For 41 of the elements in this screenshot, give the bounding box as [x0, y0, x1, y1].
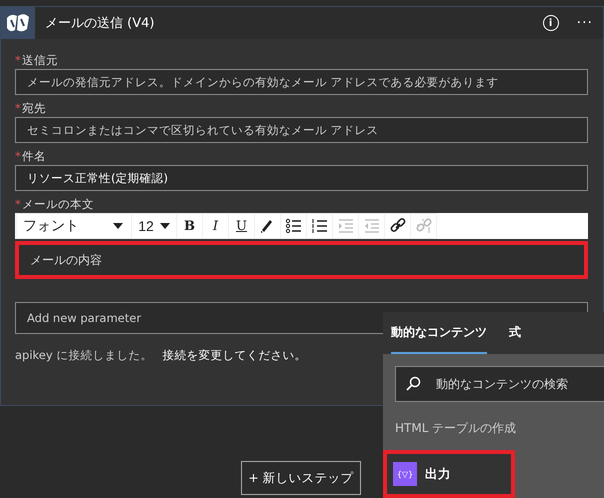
field-label: 送信元	[22, 53, 58, 67]
unlink-icon	[414, 217, 432, 235]
caret-icon	[113, 223, 123, 229]
info-icon[interactable]: i	[542, 15, 559, 31]
search-field[interactable]: 動的なコンテンツの検索	[395, 366, 604, 402]
connection-status: apikey に接続しました。	[15, 348, 152, 363]
indent-icon	[336, 217, 354, 235]
dynamic-content-item[interactable]: {▽} 出力	[383, 450, 515, 498]
link-icon	[388, 217, 406, 235]
italic-button[interactable]: I	[203, 214, 228, 238]
field-label: 宛先	[22, 101, 46, 115]
field-label: メールの本文	[22, 197, 94, 211]
search-icon	[405, 376, 421, 392]
font-dropdown[interactable]: フォント	[17, 214, 131, 238]
text-field[interactable]: セミコロンまたはコンマで区切られている有効なメール アドレス	[15, 117, 588, 143]
field-label: 件名	[22, 149, 46, 163]
underline-button[interactable]: U	[229, 214, 254, 238]
bullets-button[interactable]	[281, 214, 306, 238]
card-title: メールの送信 (V4)	[45, 15, 156, 32]
email-body-field[interactable]: メールの内容	[15, 241, 588, 279]
bold-button[interactable]: B	[177, 214, 202, 238]
more-options-icon[interactable]: ···	[576, 15, 593, 31]
required-mark: *	[15, 53, 21, 67]
text-field[interactable]: メールの発信元アドレス。ドメインからの有効なメール アドレスである必要があります	[15, 69, 588, 95]
variable-icon: {▽}	[393, 462, 417, 486]
outdent-icon	[362, 217, 380, 235]
required-mark: *	[15, 149, 21, 163]
change-connection-link[interactable]: 接続を変更してください。	[162, 348, 306, 363]
bulleted-list-icon	[284, 217, 302, 235]
section-header: HTML テーブルの作成	[394, 420, 518, 436]
caret-icon	[160, 223, 170, 229]
subject-field[interactable]: リソース正常性(定期確認)	[15, 165, 588, 191]
app-logo-icon	[5, 12, 31, 34]
pen-button[interactable]	[255, 214, 280, 238]
link-button[interactable]	[385, 214, 410, 238]
font-size-dropdown[interactable]: 12	[132, 214, 176, 238]
numbers-button[interactable]	[307, 214, 332, 238]
required-mark: *	[15, 197, 21, 211]
new-step-button[interactable]: + 新しいステップ	[241, 461, 361, 495]
numbered-list-icon	[310, 217, 328, 235]
required-mark: *	[15, 101, 21, 115]
